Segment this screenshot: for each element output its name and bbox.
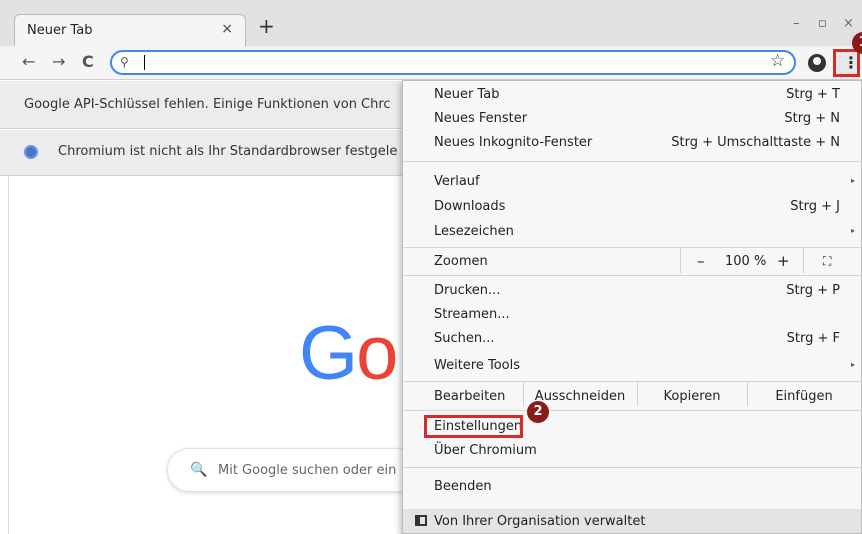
bookmark-star-icon[interactable]: ☆ <box>770 51 785 71</box>
search-icon: 🔍 <box>190 462 208 478</box>
paste-button[interactable]: Einfügen <box>747 389 861 404</box>
step-badge-2: 2 <box>527 401 549 423</box>
search-placeholder: Mit Google suchen oder ein <box>218 463 397 478</box>
settings-highlight-box <box>424 415 523 438</box>
tab-title: Neuer Tab <box>27 23 93 38</box>
menu-item-managed[interactable]: Von Ihrer Organisation verwaltet <box>403 509 861 533</box>
google-logo: Go <box>299 311 398 396</box>
copy-button[interactable]: Kopieren <box>637 389 747 404</box>
maximize-icon[interactable]: ▫ <box>818 16 827 31</box>
toolbar: ← → C ⚲ ☆ ⋮ 1 <box>0 32 862 80</box>
menu-item-cast[interactable]: Streamen... <box>403 303 861 327</box>
menu-separator <box>403 275 861 276</box>
chrome-menu-button[interactable]: ⋮ <box>833 49 860 77</box>
menu-item-print[interactable]: Drucken... Strg + P <box>403 279 861 303</box>
menu-item-history[interactable]: Verlauf ▸ <box>403 170 861 194</box>
forward-icon[interactable]: → <box>52 52 65 71</box>
menu-item-find[interactable]: Suchen... Strg + F <box>403 327 861 351</box>
menu-item-downloads[interactable]: Downloads Strg + J <box>403 195 861 219</box>
menu-separator <box>403 161 861 162</box>
new-tab-button[interactable]: + <box>258 16 275 36</box>
menu-item-zoom: Zoomen – 100 % + ⛶ <box>403 248 861 274</box>
zoom-out-button[interactable]: – <box>697 252 705 270</box>
menu-separator <box>403 247 861 248</box>
menu-item-new-window[interactable]: Neues Fenster Strg + N <box>403 107 861 131</box>
zoom-level: 100 % <box>725 254 767 269</box>
text-caret <box>144 55 145 70</box>
profile-icon[interactable] <box>808 54 826 72</box>
tab-strip: Neuer Tab × + – ▫ × <box>0 0 862 46</box>
back-icon[interactable]: ← <box>22 52 35 71</box>
menu-separator <box>403 467 861 468</box>
submenu-arrow-icon: ▸ <box>850 360 855 369</box>
submenu-arrow-icon: ▸ <box>850 226 855 235</box>
menu-item-about[interactable]: Über Chromium <box>403 439 861 463</box>
chrome-menu: Neuer Tab Strg + T Neues Fenster Strg + … <box>402 80 862 534</box>
address-bar[interactable]: ⚲ <box>110 50 796 75</box>
menu-item-exit[interactable]: Beenden <box>403 475 861 499</box>
more-vert-icon: ⋮ <box>843 53 859 72</box>
reload-icon[interactable]: C <box>82 52 94 71</box>
zoom-in-button[interactable]: + <box>777 252 790 270</box>
infobar-api-keys-text: Google API-Schlüssel fehlen. Einige Funk… <box>24 97 391 112</box>
building-icon <box>415 515 427 526</box>
menu-item-more-tools[interactable]: Weitere Tools ▸ <box>403 354 861 378</box>
menu-separator <box>403 410 861 411</box>
chromium-icon <box>24 145 38 159</box>
menu-item-bookmarks[interactable]: Lesezeichen ▸ <box>403 220 861 244</box>
menu-item-edit: Bearbeiten Ausschneiden Kopieren Einfüge… <box>403 381 861 409</box>
fullscreen-icon[interactable]: ⛶ <box>823 254 831 269</box>
search-icon: ⚲ <box>120 55 129 69</box>
tab-new-tab[interactable]: Neuer Tab × <box>14 14 246 46</box>
menu-item-new-tab[interactable]: Neuer Tab Strg + T <box>403 83 861 107</box>
submenu-arrow-icon: ▸ <box>850 176 855 185</box>
menu-separator <box>403 381 861 382</box>
minimize-icon[interactable]: – <box>793 16 800 31</box>
infobar-default-browser-text: Chromium ist nicht als Ihr Standardbrows… <box>58 144 398 159</box>
tab-close-icon[interactable]: × <box>221 21 233 37</box>
menu-item-incognito[interactable]: Neues Inkognito-Fenster Strg + Umschaltt… <box>403 131 861 155</box>
window-close-icon[interactable]: × <box>843 16 854 31</box>
